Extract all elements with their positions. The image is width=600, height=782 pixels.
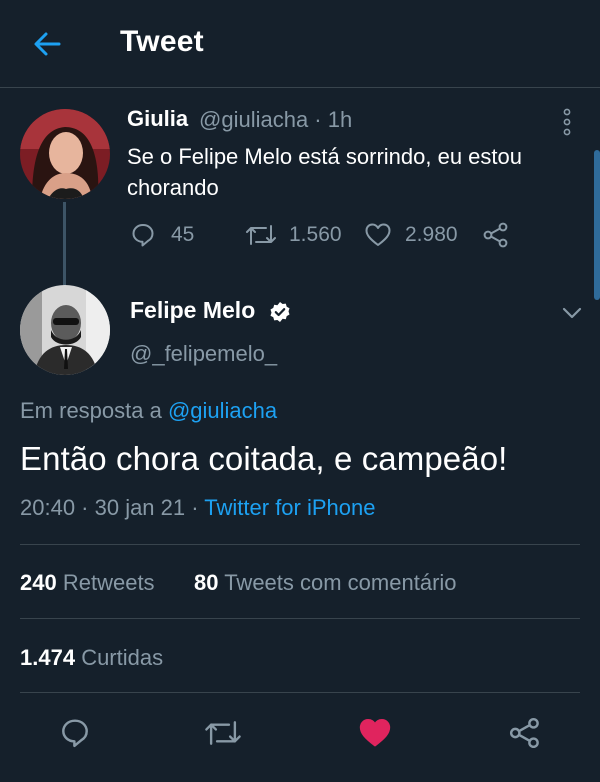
reply-context: Em resposta a @giuliacha bbox=[20, 398, 277, 424]
divider bbox=[20, 544, 580, 545]
parent-author-name[interactable]: Giulia bbox=[127, 106, 188, 132]
parent-like-count: 2.980 bbox=[405, 223, 458, 246]
verified-badge-icon bbox=[269, 301, 291, 323]
heart-icon[interactable] bbox=[358, 717, 392, 749]
chevron-down-icon[interactable] bbox=[561, 305, 583, 321]
reply-icon[interactable] bbox=[130, 222, 156, 248]
parent-author-handle-time[interactable]: @giuliacha · 1h bbox=[199, 107, 352, 133]
likes-stat[interactable]: 1.474 Curtidas bbox=[20, 645, 163, 671]
retweets-count: 240 bbox=[20, 570, 57, 595]
thread-line bbox=[63, 202, 66, 286]
author-name[interactable]: Felipe Melo bbox=[130, 297, 255, 324]
quotes-label: Tweets com comentário bbox=[224, 570, 457, 595]
scrollbar-thumb[interactable] bbox=[594, 150, 600, 300]
divider bbox=[20, 692, 580, 693]
reply-to-link[interactable]: @giuliacha bbox=[168, 398, 277, 423]
tweet-text: Então chora coitada, e campeão! bbox=[20, 440, 508, 477]
share-icon[interactable] bbox=[482, 221, 510, 249]
likes-label: Curtidas bbox=[81, 645, 164, 670]
retweets-stat[interactable]: 240 Retweets bbox=[20, 570, 155, 596]
retweets-label: Retweets bbox=[62, 570, 155, 595]
parent-retweet-count: 1.560 bbox=[289, 223, 342, 246]
quotes-count: 80 bbox=[194, 570, 219, 595]
header-bar bbox=[0, 0, 600, 88]
divider bbox=[20, 618, 580, 619]
reply-icon[interactable] bbox=[59, 717, 91, 749]
page-title: Tweet bbox=[120, 25, 204, 58]
avatar-giulia[interactable] bbox=[20, 109, 110, 199]
avatar-felipe-melo[interactable] bbox=[20, 285, 110, 375]
quotes-stat[interactable]: 80 Tweets com comentário bbox=[194, 570, 457, 596]
retweet-icon[interactable] bbox=[245, 222, 277, 248]
tweet-source-link[interactable]: Twitter for iPhone bbox=[204, 495, 375, 520]
back-arrow-icon[interactable] bbox=[30, 27, 64, 61]
more-vertical-icon[interactable] bbox=[558, 108, 576, 136]
tweet-meta: 20:40 · 30 jan 21 · Twitter for iPhone bbox=[20, 495, 375, 521]
author-handle[interactable]: @_felipemelo_ bbox=[130, 341, 277, 367]
likes-count: 1.474 bbox=[20, 645, 76, 670]
parent-tweet-text: Se o Felipe Melo está sorrindo, eu estou… bbox=[127, 144, 523, 200]
reply-context-prefix: Em resposta a bbox=[20, 398, 168, 423]
retweet-icon[interactable] bbox=[204, 717, 242, 749]
heart-icon[interactable] bbox=[364, 222, 392, 248]
parent-reply-count: 45 bbox=[171, 223, 195, 246]
share-icon[interactable] bbox=[508, 716, 542, 750]
tweet-timestamp: 20:40 · 30 jan 21 · bbox=[20, 495, 205, 520]
